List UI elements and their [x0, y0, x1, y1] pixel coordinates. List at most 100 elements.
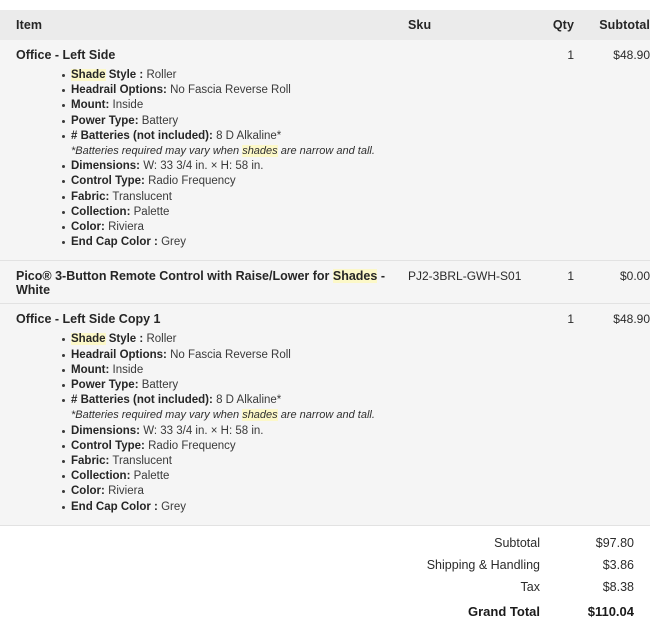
total-label: Grand Total	[468, 603, 540, 619]
option-list-item: Color: Riviera	[62, 484, 634, 499]
option-list-item: Power Type: Battery	[62, 378, 634, 393]
order-totals: Subtotal $97.80 Shipping & Handling $3.86 Ta…	[0, 524, 650, 638]
option-label: Control Type:	[71, 439, 145, 452]
option-value: Roller	[146, 69, 177, 81]
row-main: Office - Left Side Copy 1 1 $48.90	[0, 304, 650, 332]
option-label: Fabric:	[71, 190, 110, 203]
total-value: $8.38	[602, 579, 634, 594]
option-list-item: # Batteries (not included): 8 D Alkaline…	[62, 129, 634, 144]
option-label: Control Type:	[71, 175, 145, 188]
item-subtotal: $48.90	[613, 48, 650, 62]
option-label: # Batteries (not included):	[71, 394, 213, 407]
option-value: Roller	[146, 333, 177, 346]
option-label: Dimensions:	[71, 160, 141, 173]
option-list-item: End Cap Color : Grey	[62, 500, 634, 515]
option-label: Power Type:	[71, 379, 139, 392]
option-label: Shade Style :	[71, 333, 144, 346]
item-sku: PJ2-3BRL-GWH-S01	[408, 269, 522, 284]
total-row: Shipping & Handling $3.86	[16, 558, 634, 580]
item-name: Pico® 3-Button Remote Control with Raise…	[16, 269, 385, 298]
option-value: Grey	[161, 236, 187, 249]
highlighted-term: Shades	[332, 269, 378, 284]
column-header-subtotal: Subtotal	[599, 18, 650, 32]
item-subtotal: $48.90	[613, 312, 650, 327]
option-list-item: Mount: Inside	[62, 98, 634, 113]
option-value: 8 D Alkaline*	[216, 129, 282, 142]
table-row: Office - Left Side 1 $48.90 Shade Style : R…	[0, 40, 650, 261]
option-value: Battery	[141, 114, 179, 127]
option-label: Mount:	[71, 363, 110, 376]
option-note: *Batteries required may vary when shades…	[71, 145, 375, 158]
option-list-item: Mount: Inside	[62, 363, 634, 378]
item-qty: 1	[567, 48, 574, 62]
option-label: Shade Style :	[71, 69, 144, 81]
option-list-item: Collection: Palette	[62, 205, 634, 220]
option-list-item: Dimensions: W: 33 3/4 in. × H: 58 in.	[62, 159, 634, 174]
option-value: W: 33 3/4 in. × H: 58 in.	[143, 160, 264, 173]
option-value: W: 33 3/4 in. × H: 58 in.	[143, 424, 264, 437]
order-items-table: Item Sku Qty Subtotal Office - Left Side…	[0, 0, 650, 638]
item-name: Office - Left Side	[16, 48, 116, 62]
item-options-list: Shade Style : Roller Headrail Options: No…	[0, 68, 650, 260]
row-main: Office - Left Side 1 $48.90	[0, 40, 650, 68]
option-label: # Batteries (not included):	[71, 129, 213, 142]
total-value: $110.04	[587, 603, 634, 619]
column-header-item: Item	[16, 18, 43, 32]
option-label: Headrail Options:	[71, 348, 167, 361]
column-header-qty: Qty	[552, 18, 574, 32]
option-list-item: Control Type: Radio Frequency	[62, 439, 634, 454]
table-row: Pico® 3-Button Remote Control with Raise…	[0, 260, 650, 304]
item-subtotal: $0.00	[619, 269, 650, 284]
option-value: Translucent	[112, 190, 172, 203]
option-list-item: Color: Riviera	[62, 220, 634, 235]
option-value: Inside	[112, 99, 144, 112]
table-row: Office - Left Side Copy 1 1 $48.90 Shade St…	[0, 303, 650, 525]
option-list-item: Dimensions: W: 33 3/4 in. × H: 58 in.	[62, 424, 634, 439]
highlighted-term: Shade	[71, 333, 106, 346]
option-value: Riviera	[108, 221, 144, 234]
table-header-row: Item Sku Qty Subtotal	[0, 10, 650, 40]
option-list-item: Headrail Options: No Fascia Reverse Roll	[62, 83, 634, 98]
highlighted-term: shades	[242, 145, 278, 158]
option-value: Inside	[112, 363, 144, 376]
option-value: Palette	[133, 205, 170, 218]
total-label: Tax	[520, 579, 540, 594]
column-header-sku: Sku	[408, 18, 432, 32]
option-list-item: Headrail Options: No Fascia Reverse Roll	[62, 348, 634, 363]
option-list-item: # Batteries (not included): 8 D Alkaline…	[62, 393, 634, 408]
total-row: Subtotal $97.80	[16, 536, 634, 558]
option-value: 8 D Alkaline*	[216, 394, 282, 407]
item-name: Office - Left Side Copy 1	[16, 312, 161, 327]
total-row: Tax $8.38	[16, 580, 634, 602]
option-list-item: Fabric: Translucent	[62, 454, 634, 469]
option-label: Mount:	[71, 99, 110, 112]
option-list-item: Control Type: Radio Frequency	[62, 174, 634, 189]
option-label: End Cap Color :	[71, 236, 158, 249]
option-value: Translucent	[112, 455, 172, 468]
item-options-list: Shade Style : Roller Headrail Options: No…	[0, 332, 650, 524]
option-label: End Cap Color :	[71, 500, 158, 513]
option-label: Dimensions:	[71, 424, 141, 437]
option-label: Power Type:	[71, 114, 139, 127]
option-value: No Fascia Reverse Roll	[170, 84, 291, 97]
option-list-item: Shade Style : Roller	[62, 332, 634, 347]
total-label: Subtotal	[494, 535, 540, 550]
highlighted-term: shades	[242, 409, 278, 422]
option-label: Fabric:	[71, 455, 110, 468]
option-value: Grey	[161, 500, 187, 513]
grand-total-row: Grand Total $110.04	[16, 604, 634, 626]
item-qty: 1	[567, 269, 574, 284]
table-body: Office - Left Side 1 $48.90 Shade Style : R…	[0, 40, 650, 525]
option-label: Headrail Options:	[71, 84, 167, 97]
option-label: Collection:	[71, 470, 131, 483]
option-value: Battery	[141, 379, 179, 392]
option-label: Collection:	[71, 205, 131, 218]
option-list-item: Collection: Palette	[62, 469, 634, 484]
option-list-item: End Cap Color : Grey	[62, 235, 634, 250]
total-label: Shipping & Handling	[426, 557, 540, 572]
option-list-item: Fabric: Translucent	[62, 190, 634, 205]
row-main: Pico® 3-Button Remote Control with Raise…	[0, 261, 650, 303]
option-value: Radio Frequency	[148, 439, 236, 452]
option-label: Color:	[71, 485, 105, 498]
highlighted-term: Shade	[71, 69, 106, 81]
